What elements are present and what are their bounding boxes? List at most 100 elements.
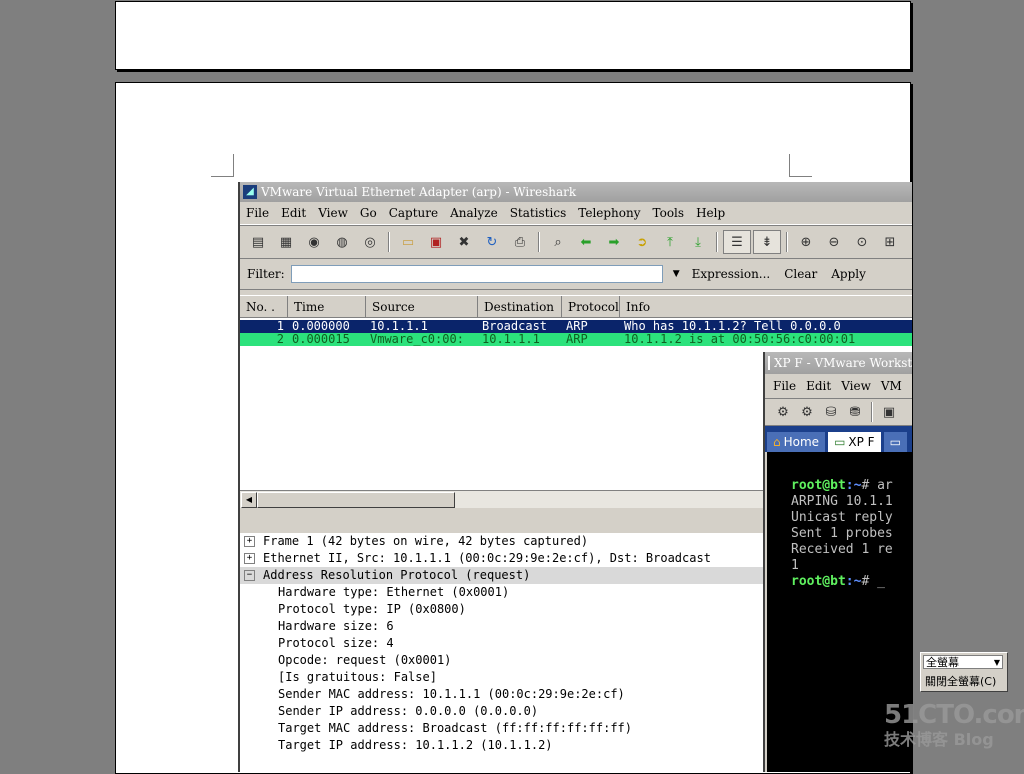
menu-view[interactable]: View	[318, 206, 348, 220]
revert-icon[interactable]: ⛃	[844, 401, 866, 423]
column-no[interactable]: No. .	[240, 296, 288, 318]
forward-icon[interactable]: ➡	[601, 231, 627, 253]
zoom-out-icon[interactable]: ⊖	[821, 231, 847, 253]
expand-icon[interactable]: +	[244, 553, 255, 564]
zoom-normal-icon[interactable]: ⊙	[849, 231, 875, 253]
packet-protocol: ARP	[566, 320, 588, 333]
save-icon[interactable]: ▣	[423, 231, 449, 253]
scroll-left-icon[interactable]: ◀	[241, 492, 257, 508]
clear-button[interactable]: Clear	[784, 267, 817, 281]
detail-ethernet[interactable]: + Ethernet II, Src: 10.1.1.1 (00:0c:29:9e…	[240, 550, 764, 567]
menu-help[interactable]: Help	[696, 206, 725, 220]
column-protocol[interactable]: Protocol	[562, 296, 620, 318]
snapshot-icon[interactable]: ⛁	[820, 401, 842, 423]
tab-home[interactable]: ⌂ Home	[767, 432, 826, 452]
detail-field[interactable]: Protocol type: IP (0x0800)	[240, 601, 764, 618]
packet-list-header: No. . Time Source Destination Protocol I…	[240, 296, 912, 318]
column-info[interactable]: Info	[620, 296, 912, 318]
vm-menu-edit[interactable]: Edit	[806, 379, 831, 393]
suspend-icon[interactable]: ⚙	[796, 401, 818, 423]
column-source[interactable]: Source	[366, 296, 478, 318]
detail-field[interactable]: Opcode: request (0x0001)	[240, 652, 764, 669]
back-icon[interactable]: ⬅	[573, 231, 599, 253]
detail-field[interactable]: Target IP address: 10.1.1.2 (10.1.1.2)	[240, 737, 764, 754]
zoom-in-icon[interactable]: ⊕	[793, 231, 819, 253]
vm-menu-vm[interactable]: VM	[881, 379, 902, 393]
apply-button[interactable]: Apply	[831, 267, 866, 281]
menu-telephony[interactable]: Telephony	[578, 206, 640, 220]
detail-frame[interactable]: + Frame 1 (42 bytes on wire, 42 bytes cap…	[240, 533, 764, 550]
watermark-subtitle: 技术博客 Blog	[884, 730, 994, 749]
interface-list-icon[interactable]: ▤	[245, 231, 271, 253]
packet-details[interactable]: + Frame 1 (42 bytes on wire, 42 bytes cap…	[240, 533, 764, 772]
capture-options-icon[interactable]: ▦	[273, 231, 299, 253]
column-destination[interactable]: Destination	[478, 296, 562, 318]
packet-source: 10.1.1.1	[370, 320, 428, 333]
print-icon[interactable]: ⎙	[507, 231, 533, 253]
expression-button[interactable]: Expression...	[692, 267, 771, 281]
find-icon[interactable]: ⌕	[545, 231, 571, 253]
autoscroll-icon[interactable]: ⇟	[753, 230, 781, 254]
detail-field[interactable]: Sender MAC address: 10.1.1.1 (00:0c:29:9…	[240, 686, 764, 703]
toolbar-separator	[871, 402, 873, 422]
detail-arp[interactable]: − Address Resolution Protocol (request)	[240, 567, 764, 584]
fullscreen-mode-select[interactable]: 全螢幕 ▼	[923, 655, 1003, 669]
filter-input[interactable]	[290, 265, 663, 283]
stop-capture-icon[interactable]: ◍	[329, 231, 355, 253]
detail-field[interactable]: Target MAC address: Broadcast (ff:ff:ff:…	[240, 720, 764, 737]
menu-edit[interactable]: Edit	[281, 206, 306, 220]
restart-capture-icon[interactable]: ◎	[357, 231, 383, 253]
menu-analyze[interactable]: Analyze	[450, 206, 498, 220]
vmware-app-icon	[768, 356, 770, 370]
packet-list-hscrollbar[interactable]: ◀	[240, 490, 764, 508]
expand-icon[interactable]: +	[244, 536, 255, 547]
menu-file[interactable]: File	[246, 206, 269, 220]
close-icon[interactable]: ✖	[451, 231, 477, 253]
goto-icon[interactable]: ➲	[629, 231, 655, 253]
prompt-hash: #	[861, 478, 878, 493]
home-icon: ⌂	[773, 435, 781, 449]
last-packet-icon[interactable]: ⤓	[685, 231, 711, 253]
vmware-titlebar[interactable]: XP F - VMware Workstatio	[765, 352, 912, 374]
detail-field[interactable]: [Is gratuitous: False]	[240, 669, 764, 686]
tab-next[interactable]: ▭	[883, 432, 907, 452]
toolbar-separator	[786, 232, 788, 252]
tab-vm-label: XP F	[848, 435, 875, 449]
first-packet-icon[interactable]: ⤒	[657, 231, 683, 253]
scroll-thumb[interactable]	[257, 492, 455, 508]
vm-menu-file[interactable]: File	[773, 379, 796, 393]
open-icon[interactable]: ▭	[395, 231, 421, 253]
packet-info: Who has 10.1.1.2? Tell 0.0.0.0	[624, 320, 841, 333]
close-fullscreen-button[interactable]: 關閉全螢幕(C)	[925, 673, 996, 689]
wireshark-titlebar[interactable]: ◢ VMware Virtual Ethernet Adapter (arp) …	[240, 182, 912, 202]
fullscreen-icon[interactable]: ▣	[878, 401, 900, 423]
detail-field[interactable]: Protocol size: 4	[240, 635, 764, 652]
packet-row[interactable]: 1 0.000000 10.1.1.1 Broadcast ARP Who ha…	[240, 320, 912, 333]
detail-field[interactable]: Sender IP address: 0.0.0.0 (0.0.0.0)	[240, 703, 764, 720]
terminal-command: ar	[877, 478, 893, 493]
colorize-icon[interactable]: ☰	[723, 230, 751, 254]
collapse-icon[interactable]: −	[244, 570, 255, 581]
column-time[interactable]: Time	[288, 296, 366, 318]
power-icon[interactable]: ⚙	[772, 401, 794, 423]
detail-field[interactable]: Hardware type: Ethernet (0x0001)	[240, 584, 764, 601]
vm-menu-view[interactable]: View	[841, 379, 871, 393]
menu-capture[interactable]: Capture	[389, 206, 438, 220]
terminal-line: root@bt:~# ar	[767, 478, 912, 494]
reload-icon[interactable]: ↻	[479, 231, 505, 253]
vmware-toolbar: ⚙ ⚙ ⛁ ⛃ ▣	[765, 399, 912, 426]
packet-row[interactable]: 2 0.000015 Vmware_c0:00: 10.1.1.1 ARP 10…	[240, 333, 912, 346]
terminal-line: 1	[791, 558, 799, 573]
menu-tools[interactable]: Tools	[653, 206, 685, 220]
menu-go[interactable]: Go	[360, 206, 377, 220]
document-page-top	[115, 1, 911, 70]
detail-field[interactable]: Hardware size: 6	[240, 618, 764, 635]
resize-columns-icon[interactable]: ⊞	[877, 231, 903, 253]
start-capture-icon[interactable]: ◉	[301, 231, 327, 253]
menu-statistics[interactable]: Statistics	[510, 206, 567, 220]
toolbar-separator	[538, 232, 540, 252]
prompt-path: :~	[845, 574, 862, 589]
detail-arp-text: Address Resolution Protocol (request)	[263, 568, 531, 582]
tab-xp-f[interactable]: ▭ XP F	[828, 432, 881, 452]
filter-dropdown-icon[interactable]: ▼	[673, 269, 680, 279]
